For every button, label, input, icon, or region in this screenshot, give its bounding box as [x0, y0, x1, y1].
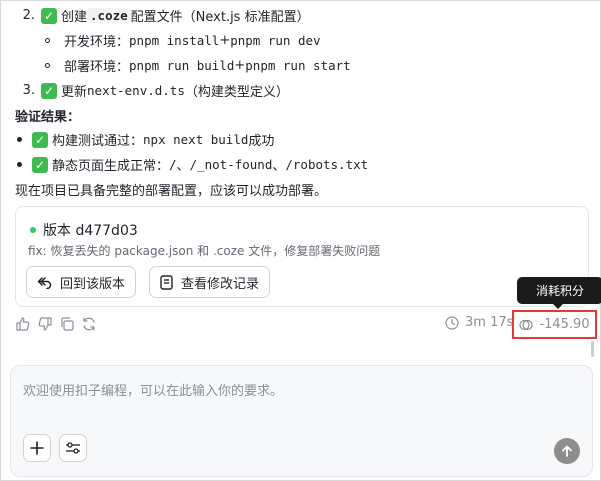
check-icon: ✓ [32, 156, 48, 173]
step-text: 更新 [61, 85, 88, 100]
step-text: 创建 [61, 10, 88, 25]
settings-button[interactable] [59, 434, 87, 462]
code-inline: pnpm run dev [230, 33, 321, 48]
duration: 3m 17s [445, 315, 513, 330]
env-label: 部署环境： [64, 60, 130, 75]
step-3: 3. ✓ 更新 next-env.d.ts （构建类型定义） [15, 81, 289, 100]
check-icon: ✓ [32, 131, 48, 148]
code-inline: pnpm run build [129, 58, 235, 73]
revert-version-button[interactable]: 回到该版本 [26, 266, 137, 298]
verify-title: 验证结果： [15, 110, 81, 125]
revert-label: 回到该版本 [60, 276, 126, 292]
version-description: fix: 恢复丢失的 package.json 和 .coze 文件，修复部署失… [28, 244, 381, 258]
code-inline: /_not-found [189, 157, 273, 172]
version-card: 版本 d477d03 fix: 恢复丢失的 package.json 和 .co… [15, 206, 589, 307]
step-number: 3. [22, 83, 35, 98]
code-inline: /robots.txt [285, 157, 369, 172]
step-text: （构建类型定义） [184, 85, 289, 100]
coin-icon [519, 319, 534, 330]
version-title: 版本 d477d03 [43, 223, 138, 239]
step-number: 2. [22, 8, 35, 23]
prompt-placeholder: 欢迎使用扣子编程，可以在此输入你的要求。 [23, 384, 284, 399]
code-inline: pnpm run start [245, 58, 351, 73]
bullet [17, 137, 22, 142]
cost-indicator[interactable]: -145.90 [512, 310, 597, 339]
view-history-button[interactable]: 查看修改记录 [149, 266, 271, 298]
circle-bullet [45, 38, 50, 43]
code-inline: pnpm install [129, 33, 220, 48]
history-label: 查看修改记录 [181, 276, 260, 292]
verify-item-2: ✓ 静态页面生成正常： / 、 /_not-found 、 /robots.tx… [17, 155, 368, 174]
separator: 、 [272, 159, 286, 174]
version-header: 版本 d477d03 [30, 220, 138, 240]
arrow-up-icon [562, 445, 572, 457]
add-button[interactable] [23, 434, 51, 462]
cost-value: -145.90 [539, 317, 590, 332]
status-dot [30, 227, 36, 233]
clock-icon [445, 315, 459, 330]
step-text: 配置文件（Next.js 标准配置） [130, 10, 310, 25]
plus-sign: + [219, 33, 231, 48]
retry-icon[interactable] [81, 316, 97, 332]
code-inline: .coze [87, 8, 131, 23]
check-icon: ✓ [41, 7, 57, 24]
scrollbar-thumb[interactable] [591, 341, 594, 357]
plus-sign: + [234, 58, 246, 73]
thumbs-up-icon[interactable] [15, 316, 31, 332]
prompt-input-area[interactable]: 欢迎使用扣子编程，可以在此输入你的要求。 [10, 365, 593, 477]
send-button[interactable] [554, 438, 580, 464]
separator: 、 [176, 159, 190, 174]
verify-text: 成功 [248, 134, 275, 149]
circle-bullet [45, 63, 50, 68]
code-inline: next-env.d.ts [87, 83, 185, 98]
document-icon [160, 274, 173, 290]
verify-text: 构建测试通过： [52, 134, 144, 149]
step-2: 2. ✓ 创建 .coze 配置文件（Next.js 标准配置） [15, 6, 310, 25]
sliders-icon [66, 442, 80, 454]
thumbs-down-icon[interactable] [37, 316, 53, 332]
verify-text: 静态页面生成正常： [52, 159, 170, 174]
code-inline: / [169, 157, 177, 172]
dev-env-item: 开发环境： pnpm install + pnpm run dev [45, 31, 321, 50]
code-inline: npx next build [143, 132, 249, 147]
plus-icon [30, 441, 44, 455]
undo-icon [37, 277, 52, 289]
env-label: 开发环境： [64, 35, 130, 50]
copy-icon[interactable] [59, 316, 75, 332]
summary-text: 现在项目已具备完整的部署配置，应该可以成功部署。 [15, 184, 328, 199]
deploy-env-item: 部署环境： pnpm run build + pnpm run start [45, 56, 351, 75]
duration-value: 3m 17s [465, 315, 514, 330]
check-icon: ✓ [41, 82, 57, 99]
verify-item-1: ✓ 构建测试通过： npx next build 成功 [17, 130, 274, 149]
cost-tooltip: 消耗积分 [517, 277, 601, 309]
bullet [17, 162, 22, 167]
